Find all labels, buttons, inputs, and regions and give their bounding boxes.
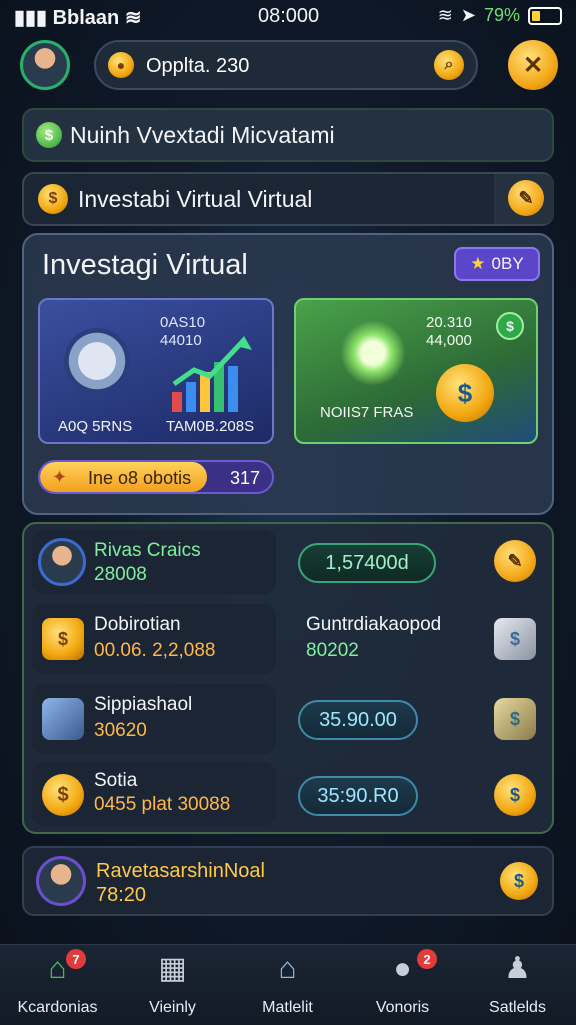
bottom-nav: ⌂ 7 Kcardonias ▦ Vieinly ⌂ Matlelit ● 2 … xyxy=(0,944,576,1025)
nav-item-games[interactable]: ● 2 Vonoris xyxy=(345,945,460,1025)
battery-icon xyxy=(528,6,562,25)
card-portfolio-caption-right: TAM0B.208S xyxy=(166,418,255,435)
battery-percent: 79% xyxy=(483,5,520,25)
list-item-title: Dobirotian xyxy=(94,614,181,635)
card-portfolio-stat-top: 0AS10 xyxy=(160,314,206,331)
list-item-title: Rivas Craics xyxy=(94,540,201,561)
star-icon: ★ xyxy=(470,254,486,273)
calculator-icon: ▦ xyxy=(158,952,187,985)
card-ideas-caption: NOIIS7 FRAS xyxy=(320,404,414,421)
edit-button[interactable]: ✎ xyxy=(508,180,544,216)
search-text: Opplta. 230 xyxy=(146,55,250,77)
featured-card-subtitle: 78:20 xyxy=(96,884,147,906)
wallet-icon[interactable]: $ xyxy=(494,618,536,660)
status-icons: ≋ ➤ 79% xyxy=(438,5,562,26)
spark-icon: ✦ xyxy=(52,467,68,487)
list-item[interactable]: $ Dobirotian 00.06. 2,2,088 xyxy=(32,604,276,674)
lightbulb-icon xyxy=(340,320,406,386)
featured-card-title: RavetasarshinNoal xyxy=(96,860,265,882)
coins-icon[interactable]: $ xyxy=(494,774,536,816)
status-badge[interactable]: ★ 0BY xyxy=(454,247,540,281)
banner-1[interactable]: $ Nuinh Vvextadi Micvatami xyxy=(22,108,554,162)
carrier-name: Bblaan xyxy=(52,7,120,29)
avatar xyxy=(36,856,86,906)
list-item-title: Sippiashaol xyxy=(94,694,193,715)
list-item-subtitle: 30620 xyxy=(94,720,147,741)
avatar xyxy=(38,538,86,586)
coins-stack-icon: $ xyxy=(42,618,84,660)
coin-icon: $ xyxy=(436,364,494,422)
person-icon: ♟ xyxy=(504,952,531,985)
gamepad-icon: ● xyxy=(393,952,412,985)
dollar-icon: $ xyxy=(36,122,62,148)
list-item-value[interactable]: 35.90.00 xyxy=(298,700,418,740)
clock: 08:000 xyxy=(258,5,320,27)
nav-item-settings[interactable]: ♟ Satlelds xyxy=(460,945,575,1025)
nav-label: Matlelit xyxy=(262,999,313,1016)
nav-item-home[interactable]: ⌂ 7 Kcardonias xyxy=(0,945,115,1025)
notification-badge: 7 xyxy=(66,949,86,969)
progress-label: Ine o8 obotis xyxy=(88,468,192,488)
wifi-icon: ≋ xyxy=(124,7,142,29)
progress-bar[interactable]: ✦ Ine o8 obotis 317 xyxy=(38,460,274,494)
panel-title: Investagi Virtual xyxy=(42,249,248,281)
progress-value: 317 xyxy=(229,468,260,488)
banner-2[interactable]: $ Investabi Virtual Virtual ✎ xyxy=(22,172,554,226)
coin-icon: $ xyxy=(42,774,84,816)
badge-label: 0BY xyxy=(491,254,524,273)
home-icon: ⌂ xyxy=(48,952,67,985)
list-item[interactable]: Rivas Craics 28008 xyxy=(32,530,276,594)
list-item[interactable]: Sippiashaol 30620 xyxy=(32,684,276,754)
list-item-subtitle: 0455 plat 30088 xyxy=(94,794,231,815)
nav-label: Satlelds xyxy=(489,999,546,1016)
money-icon[interactable]: $ xyxy=(494,698,536,740)
avatar[interactable] xyxy=(20,40,70,90)
dollar-icon: $ xyxy=(496,312,524,340)
card-ideas-stat-bottom: 44,000 xyxy=(426,332,472,349)
list-item[interactable]: $ Sotia 0455 plat 30088 xyxy=(32,762,276,826)
nav-label: Vonoris xyxy=(375,999,430,1016)
search-bar[interactable]: ● Opplta. 230 ⌕ xyxy=(94,40,478,90)
list-item-subtitle: 28008 xyxy=(94,564,147,585)
house-icon: ⌂ xyxy=(278,952,297,985)
card-ideas-stat-top: 20.310 xyxy=(426,314,472,331)
nav-item-market[interactable]: ⌂ Matlelit xyxy=(230,945,345,1025)
coin-icon: $ xyxy=(38,184,68,214)
card-portfolio-caption-left: A0Q 5RNS xyxy=(58,418,133,435)
nav-item-calculator[interactable]: ▦ Vieinly xyxy=(115,945,230,1025)
pencil-icon: ✎ xyxy=(507,550,523,571)
pencil-icon: ✎ xyxy=(518,187,534,208)
list-item-value[interactable]: 35:90.R0 xyxy=(298,776,418,816)
search-icon[interactable]: ⌕ xyxy=(434,50,464,80)
coin-icon[interactable]: $ xyxy=(500,862,538,900)
banner-1-label: Nuinh Vvextadi Micvatami xyxy=(70,122,335,148)
edit-button[interactable]: ✎ xyxy=(494,540,536,582)
carrier-label: ▮▮▮ Bblaan ≋ xyxy=(14,7,142,29)
nav-label: Vieinly xyxy=(149,999,196,1016)
list-item-title: Sotia xyxy=(94,770,138,791)
list-item-subtitle: 00.06. 2,2,088 xyxy=(94,640,216,661)
tools-button[interactable]: ✕ xyxy=(508,40,558,90)
list-item-side-subtitle: 80202 xyxy=(306,640,359,661)
tools-icon: ✕ xyxy=(522,51,544,79)
gauge-icon xyxy=(64,328,130,394)
list-item-side-title: Guntrdiakaopod xyxy=(306,614,442,635)
banner-2-label: Investabi Virtual Virtual xyxy=(78,186,313,212)
location-icon: ➤ xyxy=(460,5,476,25)
growth-chart-icon xyxy=(172,336,252,412)
notification-badge: 2 xyxy=(417,949,437,969)
status-bar: ▮▮▮ Bblaan ≋ 08:000 ≋ ➤ 79% xyxy=(0,0,576,30)
featured-card[interactable]: RavetasarshinNoal 78:20 $ xyxy=(22,846,554,916)
coin-icon: ● xyxy=(108,52,134,78)
card-portfolio[interactable]: 0AS10 44010 A0Q 5RNS TAM0B.208S xyxy=(38,298,274,444)
card-ideas[interactable]: 20.310 44,000 $ $ NOIIS7 FRAS xyxy=(294,298,538,444)
list-item-value[interactable]: 1,57400d xyxy=(298,543,436,583)
document-icon xyxy=(42,698,84,740)
wifi-icon: ≋ xyxy=(437,5,453,25)
nav-label: Kcardonias xyxy=(17,999,98,1016)
